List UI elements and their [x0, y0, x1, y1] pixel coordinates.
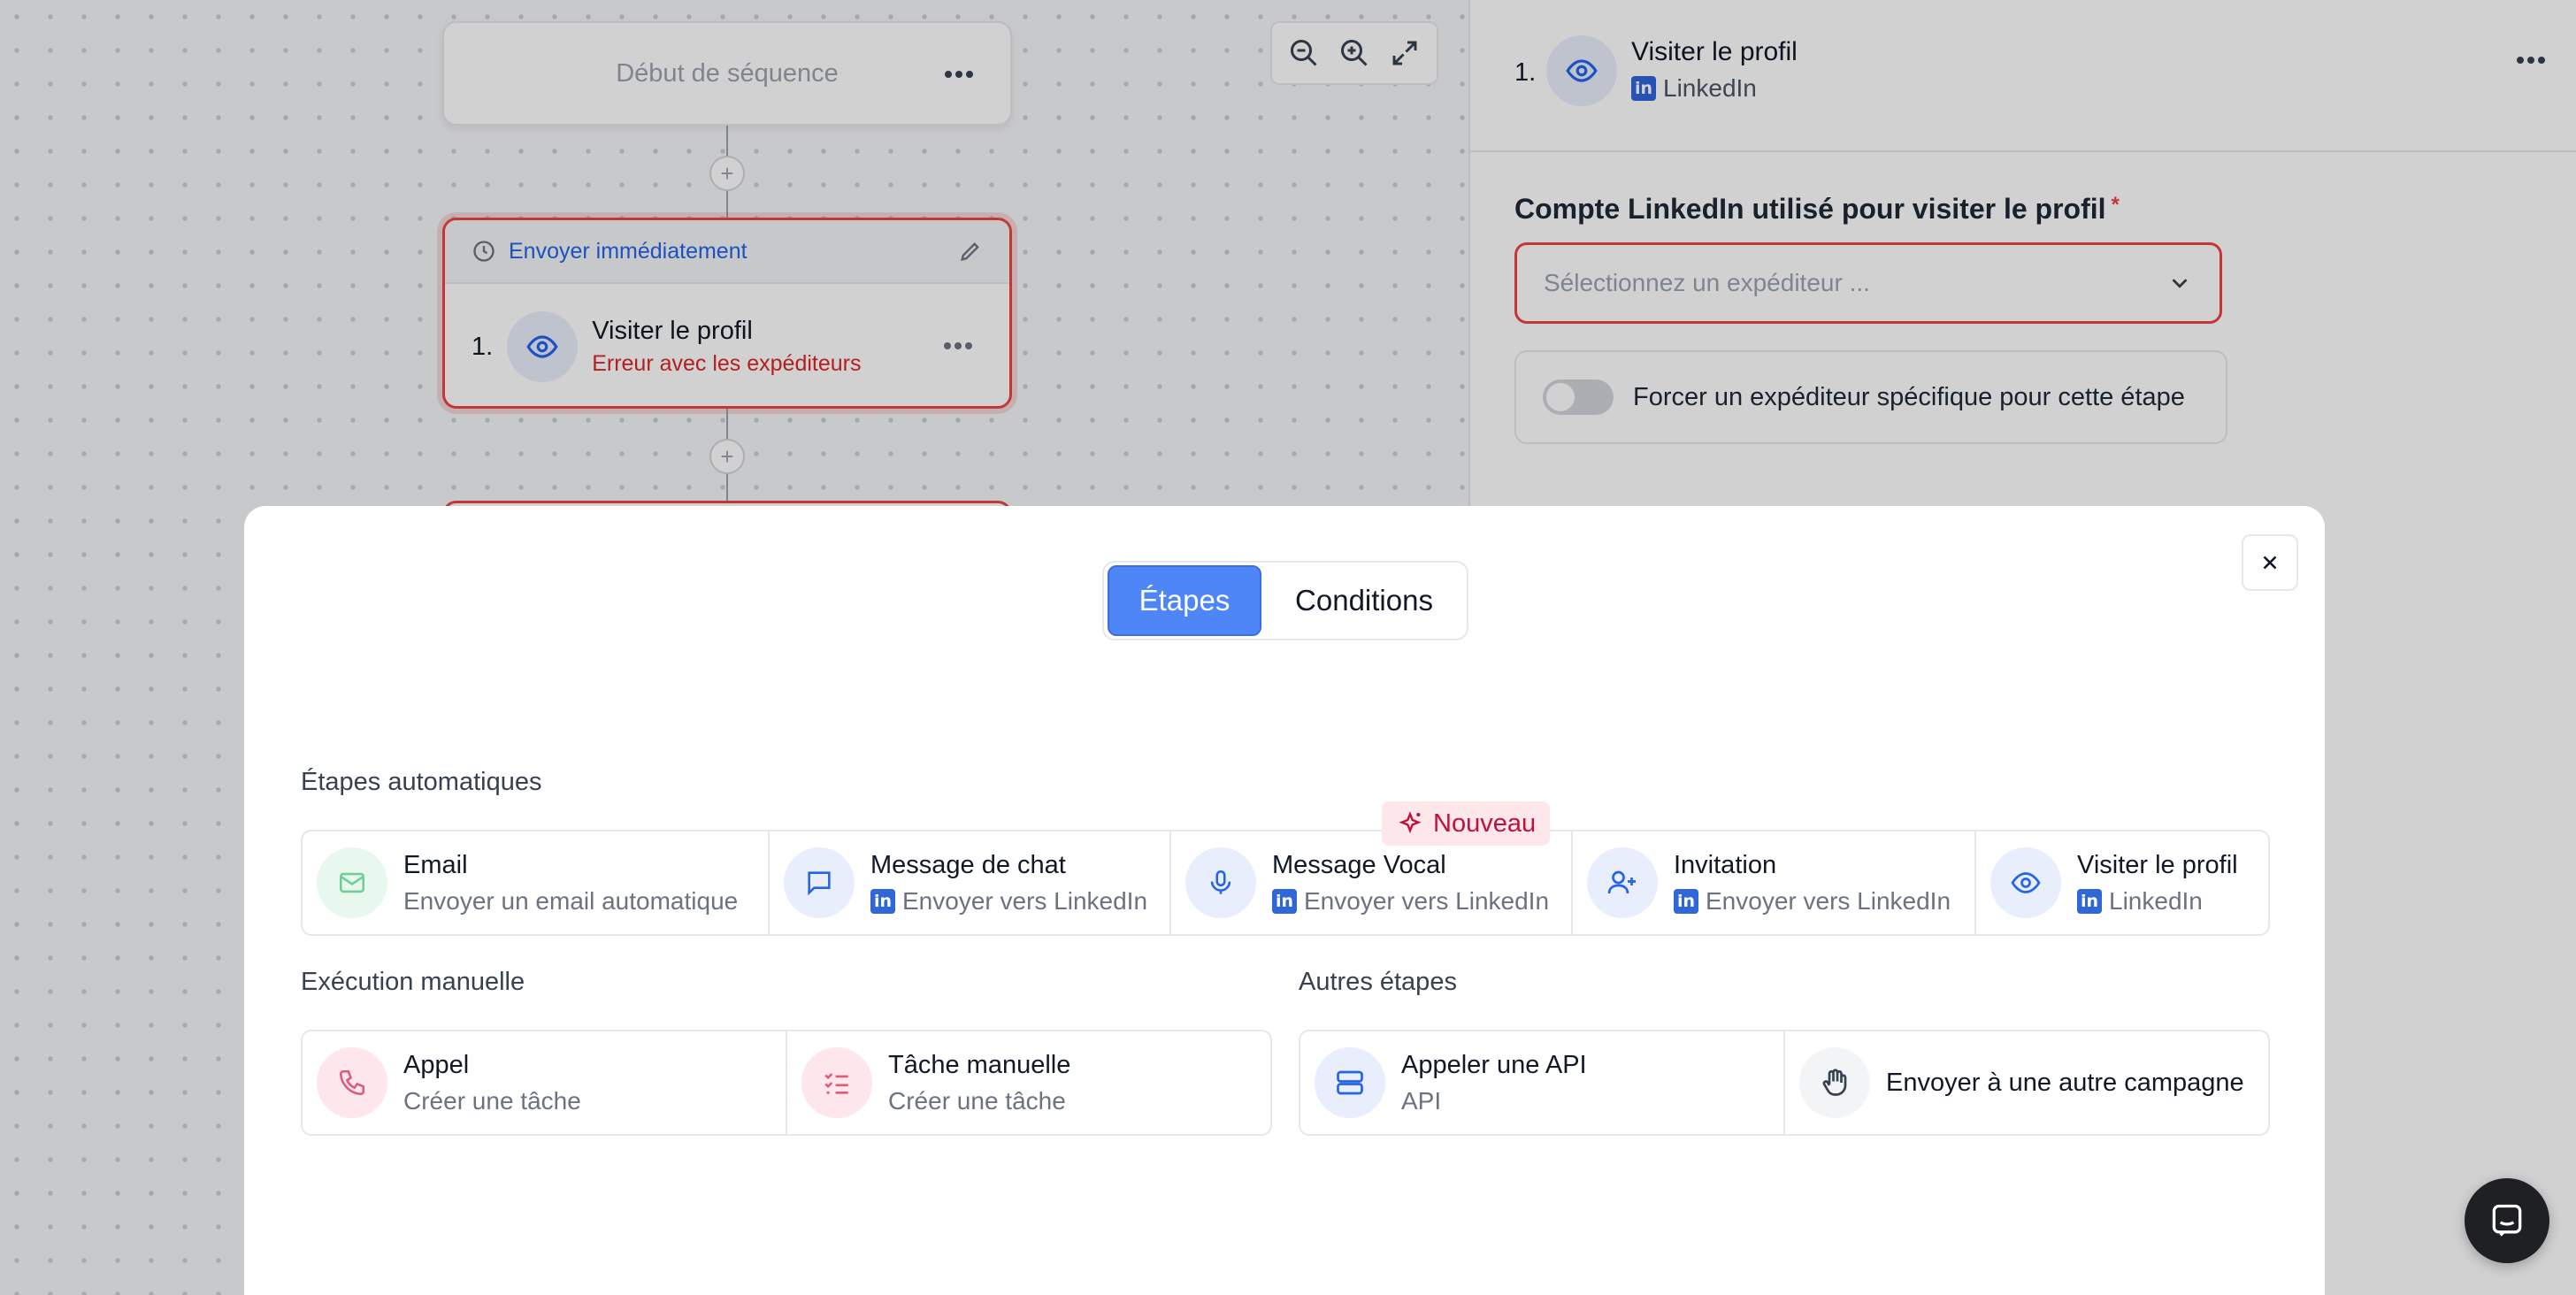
step-card-manual-task[interactable]: Tâche manuelle Créer une tâche	[787, 1031, 1270, 1134]
linkedin-icon: in	[2077, 888, 2102, 914]
support-chat-button[interactable]	[2465, 1178, 2549, 1263]
close-modal-button[interactable]	[2242, 534, 2298, 591]
new-badge-label: Nouveau	[1433, 808, 1537, 838]
mail-icon	[317, 847, 387, 918]
step-card-title: Message de chat	[870, 850, 1066, 879]
step-card-title: Invitation	[1674, 850, 1777, 879]
step-card-title: Tâche manuelle	[888, 1050, 1071, 1079]
step-card-visit-profile[interactable]: Visiter le profil in LinkedIn	[1976, 831, 2268, 934]
automatic-steps-title: Étapes automatiques	[301, 768, 542, 796]
step-card-title: Appeler une API	[1401, 1050, 1587, 1079]
eye-icon	[1990, 847, 2061, 918]
microphone-icon	[1185, 847, 1256, 918]
new-badge: Nouveau	[1382, 801, 1551, 846]
step-card-title: Email	[403, 850, 468, 879]
tab-conditions[interactable]: Conditions	[1265, 565, 1463, 636]
step-card-title: Visiter le profil	[2077, 850, 2238, 879]
step-card-call-api[interactable]: Appeler une API API	[1300, 1031, 1785, 1134]
step-card-invitation[interactable]: Invitation in Envoyer vers LinkedIn	[1573, 831, 1976, 934]
modal-tabs: Étapes Conditions	[1102, 561, 1468, 640]
step-card-chat-message[interactable]: Message de chat in Envoyer vers LinkedIn	[770, 831, 1171, 934]
phone-icon	[317, 1047, 387, 1118]
tab-etapes[interactable]: Étapes	[1108, 565, 1261, 636]
automatic-steps-group: Email Envoyer un email automatique Messa…	[301, 830, 2270, 936]
server-icon	[1315, 1047, 1385, 1118]
step-card-subtitle: Envoyer un email automatique	[403, 886, 739, 915]
linkedin-icon: in	[1272, 888, 1297, 914]
step-card-subtitle: LinkedIn	[2109, 886, 2203, 915]
close-icon	[2263, 556, 2277, 570]
step-card-title: Appel	[403, 1050, 470, 1079]
step-card-send-to-campaign[interactable]: Envoyer à une autre campagne	[1785, 1031, 2268, 1134]
step-card-voice-message[interactable]: Message Vocal in Envoyer vers LinkedIn	[1171, 831, 1573, 934]
step-card-title: Envoyer à une autre campagne	[1886, 1068, 2244, 1097]
chat-bubble-icon	[2492, 1204, 2522, 1237]
step-card-title: Message Vocal	[1272, 850, 1446, 879]
linkedin-icon: in	[870, 888, 895, 914]
step-card-subtitle: Créer une tâche	[888, 1086, 1066, 1115]
step-card-email[interactable]: Email Envoyer un email automatique	[303, 831, 770, 934]
manual-steps-title: Exécution manuelle	[301, 968, 525, 996]
other-steps-group: Appeler une API API Envoyer à une autre …	[1299, 1030, 2270, 1136]
step-card-subtitle: Envoyer vers LinkedIn	[1706, 886, 1951, 915]
checklist-icon	[801, 1047, 872, 1118]
other-steps-title: Autres étapes	[1299, 968, 1457, 996]
hand-icon	[1799, 1047, 1870, 1118]
step-card-call[interactable]: Appel Créer une tâche	[303, 1031, 787, 1134]
step-card-subtitle: Envoyer vers LinkedIn	[902, 886, 1148, 915]
add-step-modal: Étapes Conditions Étapes automatiques Em…	[244, 506, 2325, 1295]
step-card-subtitle: Créer une tâche	[403, 1086, 581, 1115]
user-plus-icon	[1587, 847, 1658, 918]
chat-icon	[784, 847, 855, 918]
manual-steps-group: Appel Créer une tâche Tâche manuelle Cré…	[301, 1030, 1272, 1136]
step-card-subtitle: API	[1401, 1086, 1442, 1115]
sparkle-icon	[1399, 811, 1422, 834]
linkedin-icon: in	[1674, 888, 1698, 914]
step-card-subtitle: Envoyer vers LinkedIn	[1304, 886, 1550, 915]
